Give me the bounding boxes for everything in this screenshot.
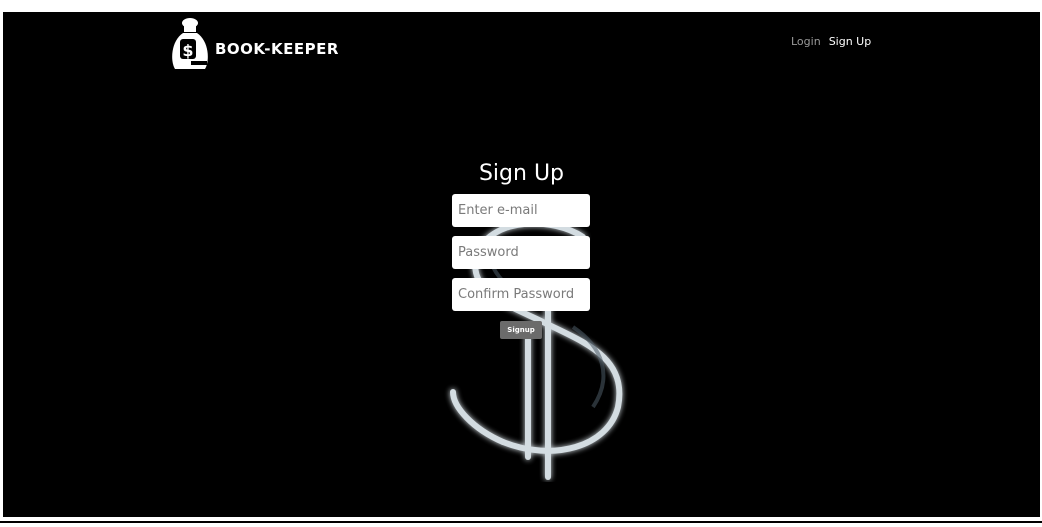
money-bag-icon: $ [172,18,208,69]
page-container: $ BOOK-KEEPER Login Sign Up Sign Up Sign… [3,12,1040,517]
logo[interactable]: $ BOOK-KEEPER [169,16,339,74]
bottom-divider [0,521,1042,523]
top-nav: Login Sign Up [791,35,871,48]
signup-button[interactable]: Signup [500,321,542,339]
logo-text: BOOK-KEEPER [215,40,339,58]
svg-text:$: $ [182,41,193,60]
confirm-password-field[interactable] [452,278,590,311]
email-field[interactable] [452,194,590,227]
nav-login-link[interactable]: Login [791,35,821,48]
nav-signup-link[interactable]: Sign Up [829,35,872,48]
password-field[interactable] [452,236,590,269]
form-title: Sign Up [478,161,565,186]
